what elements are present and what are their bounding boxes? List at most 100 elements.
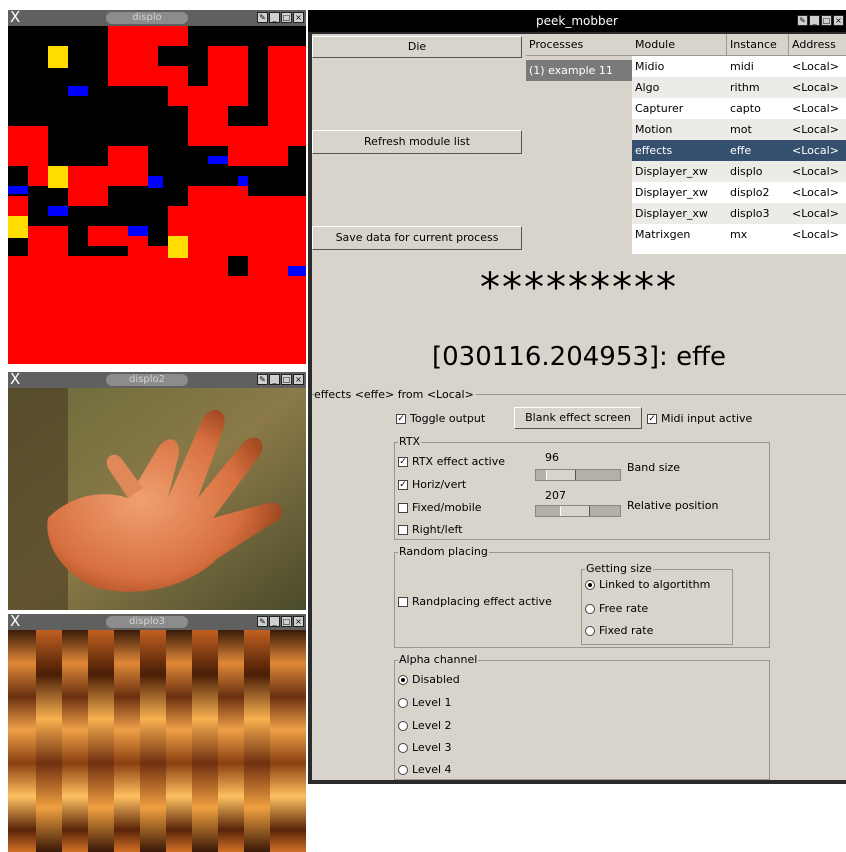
checkbox-checked-icon: ✓ [398, 457, 408, 467]
relative-position-label: Relative position [627, 499, 719, 512]
viewer-title: displo3 [106, 616, 188, 628]
pin-icon[interactable]: ✎ [257, 616, 268, 627]
table-cell: <Local> [792, 186, 839, 199]
table-cell: midi [730, 60, 754, 73]
table-cell: mx [730, 228, 748, 241]
table-cell: <Local> [792, 123, 839, 136]
close-icon[interactable]: × [293, 12, 304, 23]
close-icon[interactable]: × [293, 616, 304, 627]
pin-icon[interactable]: ✎ [257, 12, 268, 23]
maximize-icon[interactable]: □ [281, 12, 292, 23]
free-rate-label: Free rate [599, 602, 649, 615]
horiz-vert-checkbox[interactable]: ✓ Horiz/vert [398, 478, 466, 491]
save-data-button[interactable]: Save data for current process [312, 226, 522, 250]
blank-effect-screen-button[interactable]: Blank effect screen [514, 407, 642, 429]
pin-icon[interactable]: ✎ [797, 15, 808, 26]
processes-header[interactable]: Processes [526, 34, 632, 56]
fixed-rate-radio[interactable]: Fixed rate [585, 624, 653, 637]
alpha-option-label: Disabled [412, 673, 460, 686]
table-cell: <Local> [792, 165, 839, 178]
table-cell: Displayer_xw [635, 165, 708, 178]
relative-position-value: 207 [545, 489, 566, 502]
band-size-slider[interactable] [535, 469, 621, 481]
minimize-icon[interactable]: _ [809, 15, 820, 26]
linked-radio[interactable]: Linked to algortithm [585, 578, 710, 591]
close-icon[interactable]: × [293, 374, 304, 385]
table-cell: <Local> [792, 102, 839, 115]
viewer-window-displo: X displo ✎ _ □ × [8, 8, 306, 364]
rtx-group-title: RTX [398, 435, 422, 448]
checkbox-unchecked-icon [398, 525, 408, 535]
checkbox-checked-icon: ✓ [396, 414, 406, 424]
midi-input-checkbox[interactable]: ✓ Midi input active [647, 412, 752, 425]
randplacing-active-label: Randplacing effect active [412, 595, 552, 608]
close-x-icon[interactable]: X [10, 370, 20, 388]
process-item[interactable]: (1) example 11 [526, 60, 632, 81]
close-icon[interactable]: × [833, 15, 844, 26]
table-cell: <Local> [792, 144, 839, 157]
main-titlebar[interactable]: peek_mobber ✎ _ □ × [308, 10, 846, 32]
maximize-icon[interactable]: □ [281, 616, 292, 627]
slider-thumb[interactable] [546, 470, 576, 480]
table-cell: Capturer [635, 102, 684, 115]
band-size-value: 96 [545, 451, 559, 464]
table-cell: Displayer_xw [635, 207, 708, 220]
table-cell: displo2 [730, 186, 770, 199]
checkbox-unchecked-icon [398, 597, 408, 607]
radio-unselected-icon [398, 743, 408, 753]
rtx-active-checkbox[interactable]: ✓ RTX effect active [398, 455, 505, 468]
timestamp-display: [030116.204953]: effe [432, 342, 726, 372]
effect-output-image [8, 630, 306, 852]
table-cell: effe [730, 144, 752, 157]
toggle-output-checkbox[interactable]: ✓ Toggle output [396, 412, 485, 425]
fixed-mobile-checkbox[interactable]: Fixed/mobile [398, 501, 482, 514]
free-rate-radio[interactable]: Free rate [585, 602, 648, 615]
slider-thumb[interactable] [560, 506, 590, 516]
viewer-titlebar[interactable]: X displo2 ✎ _ □ × [8, 370, 306, 388]
alpha-channel-group: Alpha channel Disabled Level 1 Level 2 L… [394, 653, 770, 780]
getting-size-group: Getting size Linked to algortithm Free r… [581, 562, 733, 645]
table-cell: mot [730, 123, 752, 136]
viewer-titlebar[interactable]: X displo ✎ _ □ × [8, 8, 306, 26]
minimize-icon[interactable]: _ [269, 12, 280, 23]
table-cell: <Local> [792, 60, 839, 73]
column-header-instance[interactable]: Instance [727, 34, 789, 56]
close-x-icon[interactable]: X [10, 8, 20, 26]
pin-icon[interactable]: ✎ [257, 374, 268, 385]
alpha-option-label: Level 2 [412, 719, 452, 732]
getting-size-title: Getting size [585, 562, 653, 575]
minimize-icon[interactable]: _ [269, 374, 280, 385]
refresh-module-list-button[interactable]: Refresh module list [312, 130, 522, 154]
alpha-radio-level2[interactable]: Level 2 [398, 719, 452, 732]
table-cell: displo3 [730, 207, 770, 220]
alpha-radio-level3[interactable]: Level 3 [398, 741, 452, 754]
viewer-titlebar[interactable]: X displo3 ✎ _ □ × [8, 612, 306, 630]
horiz-vert-label: Horiz/vert [412, 478, 467, 491]
die-button[interactable]: Die [312, 36, 522, 58]
viewer-window-displo3: X displo3 ✎ _ □ × [8, 612, 306, 852]
right-left-checkbox[interactable]: Right/left [398, 523, 463, 536]
displo-canvas [8, 26, 306, 364]
table-cell: displo [730, 165, 763, 178]
band-size-label: Band size [627, 461, 681, 474]
midi-input-label: Midi input active [661, 412, 753, 425]
alpha-radio-level4[interactable]: Level 4 [398, 763, 452, 776]
camera-hand-image [8, 388, 306, 610]
maximize-icon[interactable]: □ [821, 15, 832, 26]
column-header-module[interactable]: Module [632, 34, 727, 56]
right-left-label: Right/left [412, 523, 463, 536]
randplacing-active-checkbox[interactable]: Randplacing effect active [398, 595, 552, 608]
relative-position-slider[interactable] [535, 505, 621, 517]
maximize-icon[interactable]: □ [281, 374, 292, 385]
toggle-output-label: Toggle output [410, 412, 486, 425]
minimize-icon[interactable]: _ [269, 616, 280, 627]
table-cell: Midio [635, 60, 665, 73]
rtx-active-label: RTX effect active [412, 455, 506, 468]
viewer-window-displo2: X displo2 ✎ _ □ × [8, 370, 306, 610]
table-cell: <Local> [792, 228, 839, 241]
alpha-radio-level1[interactable]: Level 1 [398, 696, 452, 709]
close-x-icon[interactable]: X [10, 612, 20, 630]
alpha-radio-disabled[interactable]: Disabled [398, 673, 460, 686]
radio-unselected-icon [398, 765, 408, 775]
column-header-address[interactable]: Address [789, 34, 846, 56]
